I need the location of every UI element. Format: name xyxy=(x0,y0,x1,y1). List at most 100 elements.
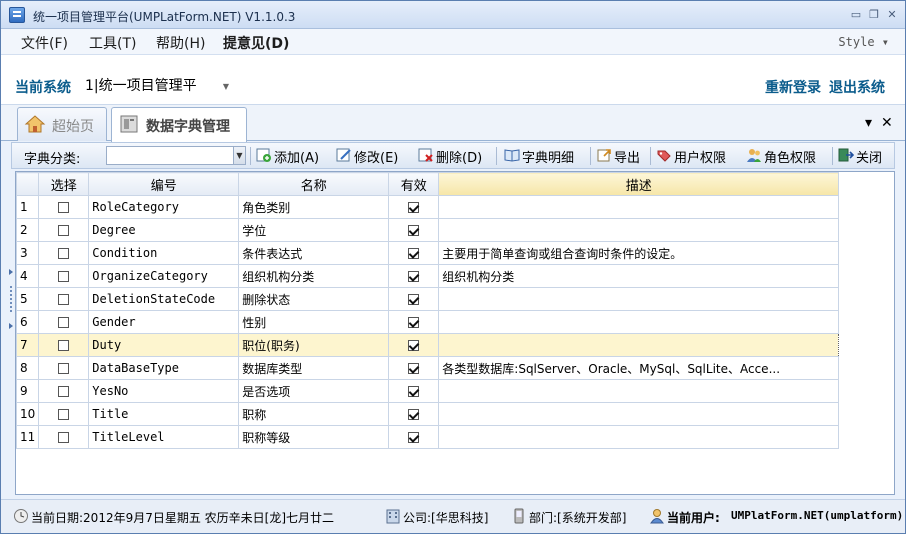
select-checkbox[interactable] xyxy=(58,225,70,236)
valid-cell[interactable] xyxy=(388,264,440,288)
select-checkbox[interactable] xyxy=(58,271,70,282)
restore-icon[interactable]: ❐ xyxy=(867,9,881,22)
system-select[interactable]: 1|统一项目管理平 ▼ xyxy=(85,75,231,97)
name-cell[interactable]: 职位(职务) xyxy=(238,333,390,357)
select-checkbox[interactable] xyxy=(58,386,70,397)
valid-checkbox[interactable] xyxy=(408,432,420,443)
column-header-name[interactable]: 名称 xyxy=(238,172,390,196)
title-bar[interactable]: 统一项目管理平台(UMPLatForm.NET) V1.1.0.3 ▭ ❐ ✕ xyxy=(1,1,905,29)
menu-tools[interactable]: 工具(T) xyxy=(89,33,136,53)
table-row[interactable]: 7 Duty 职位(职务) xyxy=(16,333,840,357)
dictionary-grid[interactable]: 选择 编号 名称 有效 描述 1 RoleCategory 角色类别 2 Degree 学… xyxy=(15,171,895,495)
name-cell[interactable]: 职称等级 xyxy=(238,425,390,449)
style-menu[interactable]: Style ▾ xyxy=(838,35,889,49)
select-cell[interactable] xyxy=(38,218,90,242)
code-cell[interactable]: Degree xyxy=(88,218,240,242)
tab-start-page[interactable]: 超始页 xyxy=(17,107,107,141)
name-cell[interactable]: 数据库类型 xyxy=(238,356,390,380)
table-row[interactable]: 11 TitleLevel 职称等级 xyxy=(16,425,840,449)
valid-checkbox[interactable] xyxy=(408,340,420,351)
table-row[interactable]: 3 Condition 条件表达式 主要用于简单查询或组合查询时条件的设定。 xyxy=(16,241,840,265)
select-cell[interactable] xyxy=(38,333,90,357)
valid-checkbox[interactable] xyxy=(408,271,420,282)
table-row[interactable]: 10 Title 职称 xyxy=(16,402,840,426)
valid-checkbox[interactable] xyxy=(408,248,420,259)
valid-checkbox[interactable] xyxy=(408,386,420,397)
relogin-link[interactable]: 重新登录 xyxy=(765,77,821,97)
logout-link[interactable]: 退出系统 xyxy=(829,77,885,97)
select-checkbox[interactable] xyxy=(58,363,70,374)
code-cell[interactable]: YesNo xyxy=(88,379,240,403)
name-cell[interactable]: 是否选项 xyxy=(238,379,390,403)
description-cell[interactable] xyxy=(438,195,840,219)
description-cell[interactable] xyxy=(438,218,840,242)
valid-cell[interactable] xyxy=(388,287,440,311)
valid-cell[interactable] xyxy=(388,310,440,334)
table-row[interactable]: 9 YesNo 是否选项 xyxy=(16,379,840,403)
column-header-code[interactable]: 编号 xyxy=(88,172,240,196)
select-cell[interactable] xyxy=(38,264,90,288)
valid-cell[interactable] xyxy=(388,195,440,219)
valid-checkbox[interactable] xyxy=(408,225,420,236)
code-cell[interactable]: TitleLevel xyxy=(88,425,240,449)
code-cell[interactable]: RoleCategory xyxy=(88,195,240,219)
code-cell[interactable]: Title xyxy=(88,402,240,426)
description-cell[interactable]: 组织机构分类 xyxy=(438,264,840,288)
valid-checkbox[interactable] xyxy=(408,363,420,374)
select-cell[interactable] xyxy=(38,402,90,426)
select-checkbox[interactable] xyxy=(58,340,70,351)
select-checkbox[interactable] xyxy=(58,294,70,305)
column-header-select[interactable]: 选择 xyxy=(38,172,90,196)
chevron-down-icon[interactable]: ▼ xyxy=(223,82,229,91)
valid-checkbox[interactable] xyxy=(408,409,420,420)
description-cell[interactable] xyxy=(438,425,840,449)
menu-feedback[interactable]: 提意见(D) xyxy=(223,33,289,53)
description-cell[interactable] xyxy=(438,379,840,403)
valid-checkbox[interactable] xyxy=(408,317,420,328)
select-cell[interactable] xyxy=(38,356,90,380)
select-checkbox[interactable] xyxy=(58,432,70,443)
select-cell[interactable] xyxy=(38,379,90,403)
minimize-icon[interactable]: ▭ xyxy=(849,9,863,22)
table-row[interactable]: 2 Degree 学位 xyxy=(16,218,840,242)
chevron-down-icon[interactable]: ▼ xyxy=(233,147,245,164)
code-cell[interactable]: OrganizeCategory xyxy=(88,264,240,288)
code-cell[interactable]: Condition xyxy=(88,241,240,265)
select-cell[interactable] xyxy=(38,195,90,219)
description-cell[interactable] xyxy=(438,287,840,311)
column-header-valid[interactable]: 有效 xyxy=(388,172,440,196)
name-cell[interactable]: 学位 xyxy=(238,218,390,242)
valid-cell[interactable] xyxy=(388,218,440,242)
table-row[interactable]: 6 Gender 性别 xyxy=(16,310,840,334)
valid-cell[interactable] xyxy=(388,333,440,357)
menu-help[interactable]: 帮助(H) xyxy=(156,33,205,53)
menu-file[interactable]: 文件(F) xyxy=(21,33,68,53)
valid-cell[interactable] xyxy=(388,241,440,265)
table-row[interactable]: 4 OrganizeCategory 组织机构分类 组织机构分类 xyxy=(16,264,840,288)
name-cell[interactable]: 职称 xyxy=(238,402,390,426)
code-cell[interactable]: DataBaseType xyxy=(88,356,240,380)
select-cell[interactable] xyxy=(38,310,90,334)
tab-menu-icon[interactable]: ▾ xyxy=(865,115,872,131)
valid-cell[interactable] xyxy=(388,379,440,403)
table-row[interactable]: 5 DeletionStateCode 删除状态 xyxy=(16,287,840,311)
name-cell[interactable]: 性别 xyxy=(238,310,390,334)
name-cell[interactable]: 删除状态 xyxy=(238,287,390,311)
select-checkbox[interactable] xyxy=(58,248,70,259)
select-cell[interactable] xyxy=(38,287,90,311)
table-row[interactable]: 1 RoleCategory 角色类别 xyxy=(16,195,840,219)
select-cell[interactable] xyxy=(38,425,90,449)
tab-dictionary-management[interactable]: 数据字典管理 xyxy=(111,107,247,142)
select-checkbox[interactable] xyxy=(58,409,70,420)
column-header-description[interactable]: 描述 xyxy=(438,172,840,196)
name-cell[interactable]: 条件表达式 xyxy=(238,241,390,265)
description-cell[interactable] xyxy=(438,310,840,334)
code-cell[interactable]: DeletionStateCode xyxy=(88,287,240,311)
valid-cell[interactable] xyxy=(388,356,440,380)
description-cell[interactable]: 主要用于简单查询或组合查询时条件的设定。 xyxy=(438,241,840,265)
valid-checkbox[interactable] xyxy=(408,202,420,213)
close-icon[interactable]: ✕ xyxy=(885,9,899,22)
splitter-handle[interactable] xyxy=(9,269,13,339)
valid-cell[interactable] xyxy=(388,425,440,449)
select-checkbox[interactable] xyxy=(58,317,70,328)
